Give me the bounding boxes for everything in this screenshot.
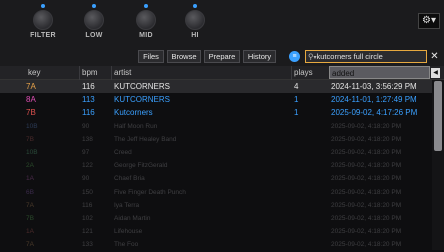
column-header-plays[interactable]: plays [292,66,328,79]
key-cell: 7A [26,241,34,249]
table-row[interactable]: 7A 116 KUTCORNERS 4 2024-11-03, 3:56:29 PM [0,80,432,94]
column-header-artist[interactable]: artist [112,66,290,79]
bpm-cell: 138 [82,135,93,143]
artist-cell: Half Moon Run [114,122,158,130]
history-button[interactable]: History [243,50,276,63]
added-cell: 2025-09-02, 4:17:26 PM [331,108,418,118]
artist-cell: Iya Terra [114,201,140,209]
table-row[interactable]: 10B 90 Half Moon Run 2025-09-02, 4:18:20 PM [0,120,432,133]
added-cell: 2025-09-02, 4:18:20 PM [331,201,402,209]
column-header-bpm[interactable]: bpm [80,66,110,79]
artist-cell: Aidan Martin [114,215,151,222]
key-cell: 7B [26,215,34,222]
settings-gear-icon[interactable]: ⚙▾ [418,13,440,29]
added-cell: 2025-09-02, 4:18:20 PM [331,162,402,170]
added-cell: 2025-09-02, 4:18:20 PM [331,175,402,183]
bpm-cell: 102 [82,215,93,222]
bpm-cell: 150 [82,188,93,196]
column-header-added[interactable]: added [329,66,430,79]
table-row[interactable]: 8A 113 KUTCORNERS 1 2024-11-01, 1:27:49 PM [0,93,432,106]
mid-eq-knob[interactable]: MID [126,0,166,47]
browse-button[interactable]: Browse [167,50,201,63]
files-button[interactable]: Files [138,50,164,63]
table-row[interactable]: 2A 122 George FitzGerald 2025-09-02, 4:18:2… [0,159,432,172]
added-cell: 2025-09-02, 4:18:20 PM [331,135,402,143]
search-query: kutcorners full circle [316,52,383,61]
artist-cell: Chaef Bria [114,175,145,183]
clear-search-button[interactable]: ✕ [428,50,441,63]
table-row[interactable]: 7B 138 The Jeff Healey Band 2025-09-02, 4:1… [0,133,432,146]
table-row[interactable]: 10B 97 Creed 2025-09-02, 4:18:20 PM [0,146,432,159]
bpm-cell: 116 [82,108,95,118]
key-cell: 7A [26,201,34,209]
scrollbar-thumb[interactable] [434,81,442,151]
bpm-cell: 121 [82,228,93,236]
bpm-cell: 116 [82,201,93,209]
added-cell: 2024-11-03, 3:56:29 PM [331,82,417,91]
key-cell: 1A [26,175,34,183]
knob-label: LOW [85,32,103,39]
track-table: key bpm artist plays added ◀ 7A 116 KUTCOR… [0,66,444,250]
key-cell: 1A [26,228,34,236]
knob-label: MID [139,32,153,39]
hi-eq-knob[interactable]: HI [175,0,215,47]
artist-cell: The Foo [114,241,139,249]
key-cell: 8A [26,95,36,105]
key-cell: 10B [26,149,38,156]
added-cell: 2024-11-01, 1:27:49 PM [331,95,417,105]
added-cell: 2025-09-02, 4:18:20 PM [331,122,402,130]
bpm-cell: 113 [82,95,95,105]
plays-cell: 1 [294,95,299,105]
table-row[interactable]: 1A 121 Lifehouse 2025-09-02, 4:18:20 PM [0,225,432,238]
bpm-cell: 90 [82,122,90,130]
browser-toolbar: Files Browse Prepare History ≡ ⚲▾kutcorn… [0,47,444,66]
artist-cell: Kutcorners [114,108,153,118]
plays-cell: 1 [294,108,299,118]
search-input[interactable]: ⚲▾kutcorners full circle [305,50,427,63]
bpm-cell: 116 [82,82,95,91]
added-cell: 2025-09-02, 4:18:20 PM [331,188,402,196]
key-cell: 7A [26,82,36,91]
key-cell: 7B [26,135,34,143]
low-eq-knob[interactable]: LOW [74,0,114,47]
table-row[interactable]: 6B 150 Five Finger Death Punch 2025-09-02, … [0,186,432,199]
artist-cell: Creed [114,149,132,156]
table-row[interactable]: 7B 116 Kutcorners 1 2025-09-02, 4:17:26 PM [0,106,432,119]
filter-knob[interactable]: FILTER [23,0,63,47]
key-cell: 7B [26,108,36,118]
sort-arrow-icon[interactable]: ◀ [431,68,440,78]
mixer-panel: FILTER LOW MID HI ⚙▾ [0,0,444,47]
knob-label: HI [191,32,199,39]
added-cell: 2025-09-02, 4:18:20 PM [331,241,402,249]
table-header: key bpm artist plays added ◀ [0,66,444,80]
added-cell: 2025-09-02, 4:18:20 PM [331,149,402,156]
bpm-cell: 97 [82,149,90,156]
scrollbar[interactable] [432,80,444,250]
prepare-button[interactable]: Prepare [204,50,240,63]
artist-cell: KUTCORNERS [114,82,171,91]
artist-cell: KUTCORNERS [114,95,171,105]
table-row[interactable]: 7B 102 Aidan Martin 2025-09-02, 4:18:20 PM [0,212,432,225]
key-cell: 2A [26,162,34,170]
artist-cell: Five Finger Death Punch [114,188,186,196]
key-cell: 6B [26,188,34,196]
knob-label: FILTER [30,32,56,39]
bpm-cell: 90 [82,175,90,183]
artist-cell: The Jeff Healey Band [114,135,177,143]
plays-cell: 4 [294,82,299,91]
artist-cell: Lifehouse [114,228,143,236]
table-row[interactable]: 1A 90 Chaef Bria 2025-09-02, 4:18:20 PM [0,172,432,185]
bpm-cell: 122 [82,162,93,170]
table-row[interactable]: 7A 116 Iya Terra 2025-09-02, 4:18:20 PM [0,199,432,212]
added-cell: 2025-09-02, 4:18:20 PM [331,228,402,236]
sync-icon[interactable]: ≡ [289,51,300,62]
bpm-cell: 133 [82,241,93,249]
artist-cell: George FitzGerald [114,162,168,170]
column-header-key[interactable]: key [26,66,78,79]
added-cell: 2025-09-02, 4:18:20 PM [331,215,402,222]
key-cell: 10B [26,122,38,130]
